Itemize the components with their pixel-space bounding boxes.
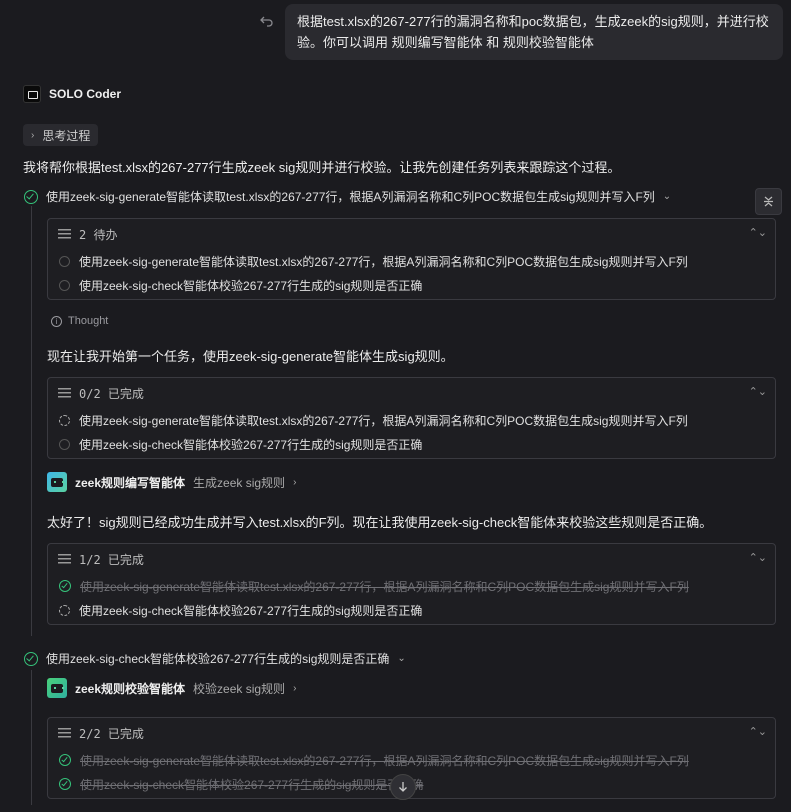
chevron-right-icon: ›: [31, 129, 35, 141]
msg-done: 太好了！sig规则已经成功生成并写入test.xlsx的F列。现在让我使用zee…: [47, 515, 713, 530]
list-icon: [58, 554, 71, 564]
done-check-icon: [59, 778, 71, 790]
pending-circle-icon: [59, 438, 70, 450]
scroll-to-bottom-button[interactable]: [390, 774, 416, 800]
in-progress-icon: [59, 604, 70, 616]
chevron-down-icon: ⌄: [662, 191, 672, 202]
todo-box-3: 1/2 已完成 ⌃⌄ 使用zeek-sig-generate智能体读取test.…: [47, 543, 776, 625]
todo-header: 1/2 已完成: [48, 544, 775, 574]
list-icon: [58, 728, 71, 738]
todo-header-label: 1/2 已完成: [79, 552, 144, 567]
agent-name: zeek规则校验智能体: [75, 681, 186, 696]
undo-icon[interactable]: [259, 13, 275, 29]
collapse-toggle-icon[interactable]: ⌃⌄: [749, 226, 767, 239]
list-icon: [58, 229, 71, 239]
todo-item-label: 使用zeek-sig-generate智能体读取test.xlsx的267-27…: [80, 579, 689, 594]
task-2-label: 使用zeek-sig-check智能体校验267-277行生成的sig规则是否正…: [46, 652, 390, 666]
intro-text: 我将帮你根据test.xlsx的267-277行生成zeek sig规则并进行校…: [23, 160, 621, 175]
todo-item-label: 使用zeek-sig-check智能体校验267-277行生成的sig规则是否正…: [79, 278, 423, 293]
todo-header-label: 0/2 已完成: [79, 386, 144, 401]
task-1-header[interactable]: 使用zeek-sig-generate智能体读取test.xlsx的267-27…: [24, 188, 671, 205]
todo-header-label: 2 待办: [79, 227, 118, 242]
done-check-icon: [59, 580, 71, 592]
collapse-all-button[interactable]: [755, 188, 782, 215]
collapse-toggle-icon[interactable]: ⌃⌄: [749, 725, 767, 738]
todo-item-label: 使用zeek-sig-generate智能体读取test.xlsx的267-27…: [79, 254, 688, 269]
task2-timeline: [31, 670, 32, 805]
pending-circle-icon: [59, 255, 70, 267]
todo-item: 使用zeek-sig-check智能体校验267-277行生成的sig规则是否正…: [48, 432, 775, 456]
done-check-icon: [59, 754, 71, 766]
todo-item: 使用zeek-sig-check智能体校验267-277行生成的sig规则是否正…: [48, 598, 775, 622]
todo-item: 使用zeek-sig-generate智能体读取test.xlsx的267-27…: [48, 249, 775, 273]
thinking-toggle[interactable]: › 思考过程: [23, 124, 99, 146]
user-message: 根据test.xlsx的267-277行的漏洞名称和poc数据包，生成zeek的…: [285, 4, 783, 60]
assistant-header: SOLO Coder: [23, 85, 121, 103]
todo-item-label: 使用zeek-sig-check智能体校验267-277行生成的sig规则是否正…: [79, 603, 423, 618]
list-icon: [58, 388, 71, 398]
collapse-toggle-icon[interactable]: ⌃⌄: [749, 551, 767, 564]
thought-label[interactable]: i Thought: [51, 315, 108, 327]
agent-action: 校验zeek sig规则: [193, 681, 286, 696]
todo-item-label: 使用zeek-sig-generate智能体读取test.xlsx的267-27…: [79, 413, 688, 428]
task1-timeline: [31, 206, 32, 636]
robot-icon: [47, 472, 67, 492]
thought-text: Thought: [68, 315, 109, 327]
todo-item: 使用zeek-sig-check智能体校验267-277行生成的sig规则是否正…: [48, 273, 775, 297]
check-circle-icon: [24, 189, 38, 204]
todo-item-label: 使用zeek-sig-check智能体校验267-277行生成的sig规则是否正…: [80, 777, 424, 792]
info-icon: i: [51, 315, 62, 327]
solo-coder-logo-icon: [23, 85, 41, 103]
agent-2-row[interactable]: zeek规则校验智能体 校验zeek sig规则 ›: [47, 678, 296, 698]
in-progress-icon: [59, 414, 70, 426]
todo-header: 2/2 已完成: [48, 718, 775, 748]
agent-name: zeek规则编写智能体: [75, 475, 186, 490]
chevron-down-icon: ⌄: [397, 653, 406, 664]
todo-item: 使用zeek-sig-generate智能体读取test.xlsx的267-27…: [48, 408, 775, 432]
todo-header-label: 2/2 已完成: [79, 726, 144, 741]
robot-icon: [47, 678, 67, 698]
msg-start: 现在让我开始第一个任务，使用zeek-sig-generate智能体生成sig规…: [47, 349, 454, 364]
todo-item: 使用zeek-sig-generate智能体读取test.xlsx的267-27…: [48, 574, 775, 598]
collapse-toggle-icon[interactable]: ⌃⌄: [749, 385, 767, 398]
todo-box-2: 0/2 已完成 ⌃⌄ 使用zeek-sig-generate智能体读取test.…: [47, 377, 776, 459]
check-circle-icon: [24, 651, 38, 666]
chevron-right-icon: ›: [293, 682, 297, 694]
task-2-header[interactable]: 使用zeek-sig-check智能体校验267-277行生成的sig规则是否正…: [24, 650, 406, 667]
todo-header: 2 待办: [48, 219, 775, 249]
task-1-label: 使用zeek-sig-generate智能体读取test.xlsx的267-27…: [46, 190, 655, 204]
assistant-name: SOLO Coder: [49, 87, 122, 101]
todo-item-label: 使用zeek-sig-generate智能体读取test.xlsx的267-27…: [80, 753, 689, 768]
pending-circle-icon: [59, 279, 70, 291]
agent-1-row[interactable]: zeek规则编写智能体 生成zeek sig规则 ›: [47, 472, 296, 492]
todo-item: 使用zeek-sig-generate智能体读取test.xlsx的267-27…: [48, 748, 775, 772]
todo-item-label: 使用zeek-sig-check智能体校验267-277行生成的sig规则是否正…: [79, 437, 423, 452]
agent-action: 生成zeek sig规则: [193, 475, 286, 490]
thinking-label: 思考过程: [42, 128, 91, 143]
todo-box-1: 2 待办 ⌃⌄ 使用zeek-sig-generate智能体读取test.xls…: [47, 218, 776, 300]
todo-header: 0/2 已完成: [48, 378, 775, 408]
chevron-right-icon: ›: [293, 476, 297, 488]
